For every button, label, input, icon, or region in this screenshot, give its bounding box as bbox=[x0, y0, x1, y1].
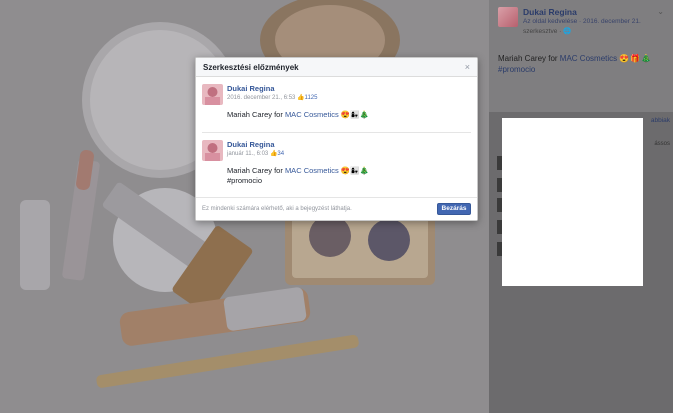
visibility-note: Ez mindenki számára elérhető, aki a beje… bbox=[202, 206, 352, 212]
like-count[interactable]: 34 bbox=[277, 151, 284, 157]
author-avatar[interactable] bbox=[498, 7, 518, 27]
dialog-footer: Ez mindenki számára elérhető, aki a beje… bbox=[196, 197, 477, 220]
entry-meta: január 11., 6:03 👍34 bbox=[227, 150, 284, 157]
entry-hashtag[interactable]: #promocio bbox=[227, 176, 262, 185]
author-name[interactable]: Dukai Regina bbox=[523, 7, 577, 17]
like-count[interactable]: 1125 bbox=[305, 95, 318, 101]
entry-emojis: 😍👩‍👧🎄 bbox=[340, 166, 369, 175]
post-prefix: Mariah Carey for bbox=[498, 54, 560, 63]
dialog-title: Szerkesztési előzmények bbox=[203, 63, 299, 72]
chevron-down-icon[interactable]: ⌄ bbox=[657, 7, 664, 16]
history-entry: Dukai Regina 2016. december 21., 6:53 👍1… bbox=[202, 77, 471, 132]
entry-prefix: Mariah Carey for bbox=[227, 166, 285, 175]
post-meta: Az oldal kedvelése · 2016. december 21. bbox=[523, 18, 641, 25]
edited-link[interactable]: szerkesztve · 🌐 bbox=[523, 27, 571, 35]
globe-icon: 🌐 bbox=[563, 28, 572, 35]
entry-text: Mariah Carey for MAC Cosmetics 😍👩‍👧🎄 bbox=[227, 110, 369, 120]
entry-meta: 2016. december 21., 6:53 👍1125 bbox=[227, 94, 317, 101]
close-icon[interactable]: × bbox=[465, 62, 470, 72]
entry-date[interactable]: január 11., 6:03 bbox=[227, 151, 268, 157]
entry-prefix: Mariah Carey for bbox=[227, 110, 285, 119]
post-emojis: 😍🎁🎄 bbox=[619, 54, 653, 63]
entry-author[interactable]: Dukai Regina bbox=[227, 84, 275, 93]
entry-emojis: 😍👩‍👧🎄 bbox=[340, 110, 369, 119]
entry-date[interactable]: 2016. december 21., 6:53 bbox=[227, 95, 295, 101]
entry-author[interactable]: Dukai Regina bbox=[227, 140, 275, 149]
edited-label[interactable]: szerkesztve · bbox=[523, 28, 563, 35]
edit-history-dialog: Szerkesztési előzmények × Dukai Regina 2… bbox=[195, 57, 478, 221]
dialog-header: Szerkesztési előzmények × bbox=[196, 58, 477, 77]
mac-cosmetics-link[interactable]: MAC Cosmetics bbox=[285, 166, 339, 175]
close-button[interactable]: Bezárás bbox=[437, 203, 471, 215]
mac-cosmetics-link[interactable]: MAC Cosmetics bbox=[560, 54, 617, 63]
comments-note: ássos bbox=[654, 141, 670, 147]
mac-cosmetics-link[interactable]: MAC Cosmetics bbox=[285, 110, 339, 119]
entry-text: Mariah Carey for MAC Cosmetics 😍👩‍👧🎄 #pr… bbox=[227, 166, 369, 186]
like-icon: 👍 bbox=[297, 95, 305, 101]
more-link[interactable]: abbiak bbox=[651, 117, 670, 124]
post-header: Dukai Regina Az oldal kedvelése · 2016. … bbox=[489, 0, 673, 112]
redacted-box bbox=[502, 118, 643, 286]
history-entry: Dukai Regina január 11., 6:03 👍34 Mariah… bbox=[202, 132, 471, 187]
post-meta-text[interactable]: Az oldal kedvelése · 2016. december 21. bbox=[523, 18, 641, 25]
author-avatar[interactable] bbox=[202, 84, 223, 105]
post-text: Mariah Carey for MAC Cosmetics 😍🎁🎄 #prom… bbox=[498, 53, 668, 75]
hashtag-link[interactable]: #promocio bbox=[498, 65, 535, 74]
author-avatar[interactable] bbox=[202, 140, 223, 161]
